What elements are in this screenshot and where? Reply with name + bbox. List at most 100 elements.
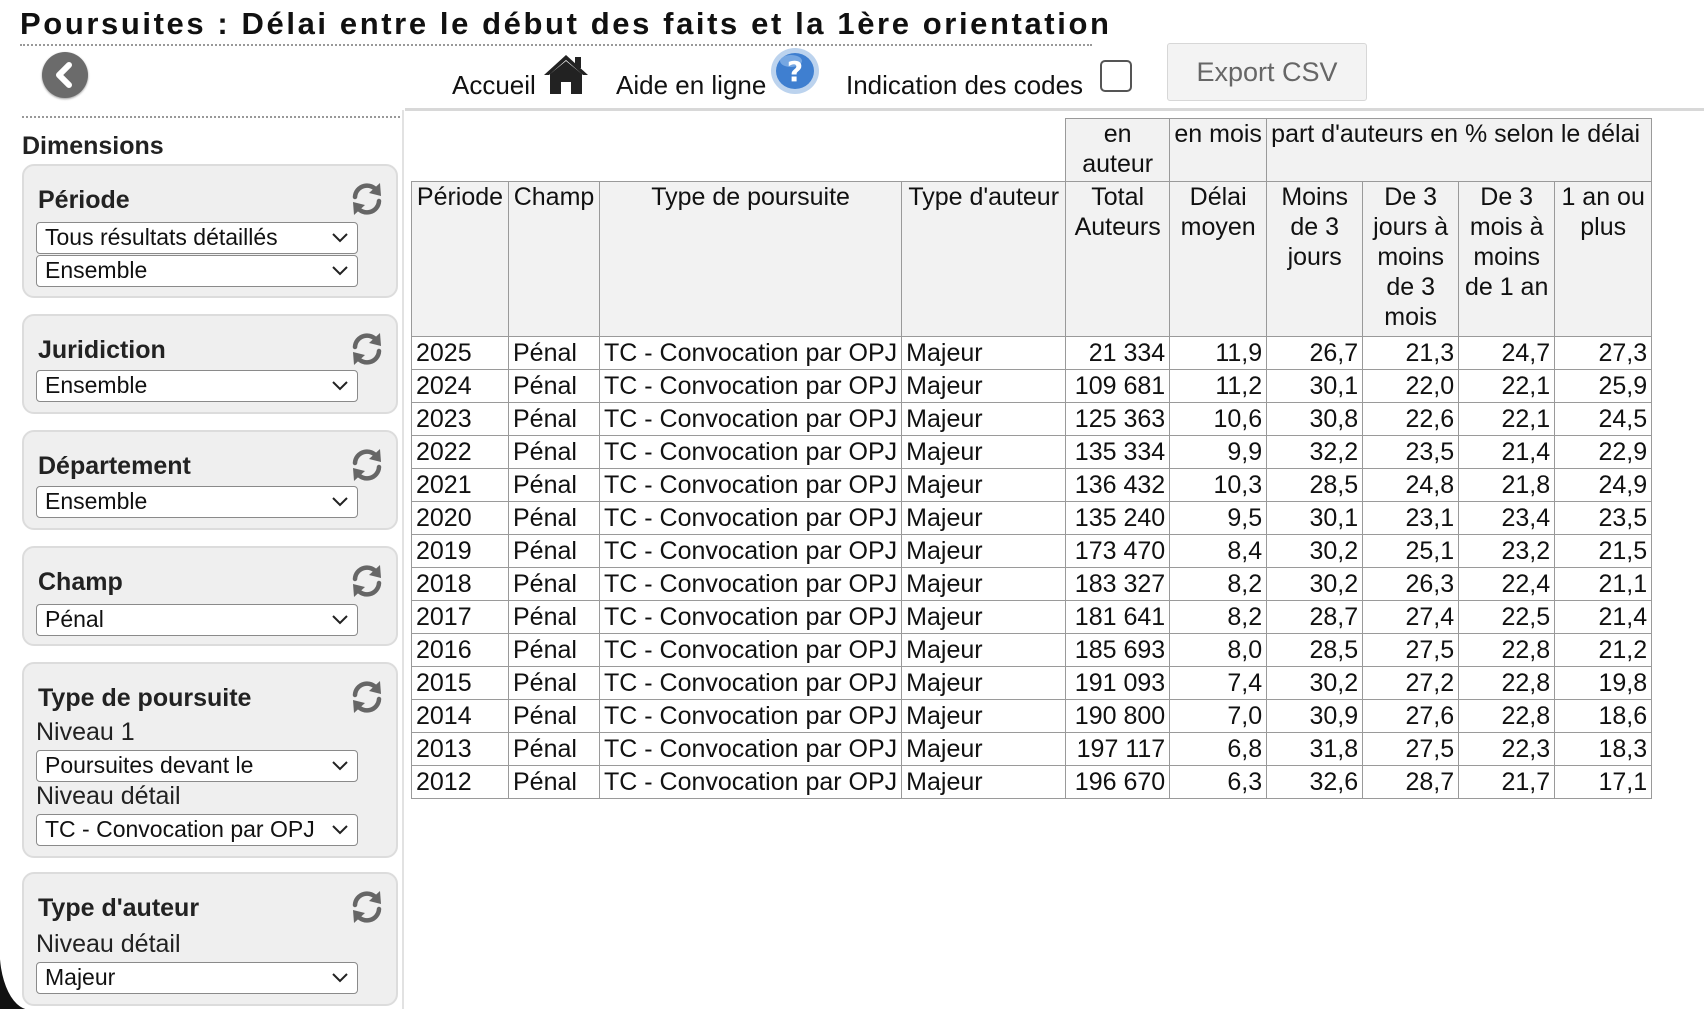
table-cell: 22,4 <box>1458 567 1556 601</box>
table-row: 2015 Pénal TC - Convocation par OPJ Majeur 1… <box>411 666 1653 700</box>
select-value: Poursuites devant le <box>45 752 254 778</box>
chevron-down-icon <box>332 266 348 276</box>
table-cell: Pénal <box>508 699 600 733</box>
table-cell: Majeur <box>901 732 1067 766</box>
table-cell: Pénal <box>508 468 600 502</box>
periode-scope-select[interactable]: Ensemble <box>36 255 358 287</box>
type-auteur-select[interactable]: Majeur <box>36 962 358 994</box>
table-cell: 8,4 <box>1169 534 1268 568</box>
niveau-detail-select[interactable]: TC - Convocation par OPJ <box>36 814 358 846</box>
table-cell: 24,7 <box>1458 336 1556 370</box>
table-cell: 28,7 <box>1266 600 1364 634</box>
table-cell: 27,6 <box>1362 699 1460 733</box>
col-header-3-mois-1-an: De 3 mois à moins de 1 an <box>1458 181 1556 337</box>
refresh-icon[interactable] <box>348 562 386 600</box>
table-cell: 173 470 <box>1065 534 1171 568</box>
table-cell: TC - Convocation par OPJ <box>598 666 903 700</box>
refresh-icon[interactable] <box>348 888 386 926</box>
table-cell: 21,7 <box>1458 765 1556 799</box>
table-cell: 22,9 <box>1554 435 1653 469</box>
table-cell: 27,5 <box>1362 732 1460 766</box>
table-row: 2024 Pénal TC - Convocation par OPJ Majeur 1… <box>411 369 1653 403</box>
table-cell: Pénal <box>508 732 600 766</box>
table-cell: Pénal <box>508 633 600 667</box>
table-cell: 22,3 <box>1458 732 1556 766</box>
refresh-icon[interactable] <box>348 678 386 716</box>
results-table: en auteur en mois part d'auteurs en % se… <box>411 118 1653 799</box>
col-header-periode: Période <box>411 181 509 337</box>
table-cell: 28,5 <box>1266 633 1364 667</box>
table-cell: 2021 <box>411 468 509 502</box>
table-cell: Majeur <box>901 633 1067 667</box>
top-divider <box>405 108 1704 111</box>
header-blank-cell <box>411 118 1067 182</box>
table-cell: 191 093 <box>1065 666 1171 700</box>
table-cell: 25,1 <box>1362 534 1460 568</box>
help-icon[interactable]: ? <box>769 46 821 96</box>
table-cell: 7,4 <box>1169 666 1268 700</box>
table-cell: 21,4 <box>1458 435 1556 469</box>
table-cell: 11,9 <box>1169 336 1268 370</box>
table-cell: Majeur <box>901 600 1067 634</box>
refresh-icon[interactable] <box>348 446 386 484</box>
select-value: Majeur <box>45 964 116 990</box>
juridiction-select[interactable]: Ensemble <box>36 370 358 402</box>
codes-checkbox[interactable] <box>1100 60 1132 92</box>
table-cell: 10,6 <box>1169 402 1268 436</box>
table-cell: 30,2 <box>1266 666 1364 700</box>
col-header-type-auteur: Type d'auteur <box>901 181 1067 337</box>
table-cell: 30,2 <box>1266 534 1364 568</box>
niveau-1-select[interactable]: Poursuites devant le <box>36 750 358 782</box>
codes-label: Indication des codes <box>846 70 1084 100</box>
table-cell: 2019 <box>411 534 509 568</box>
table-cell: 27,5 <box>1362 633 1460 667</box>
export-csv-button[interactable]: Export CSV <box>1167 43 1367 101</box>
share-group-header: part d'auteurs en % selon le délai <box>1266 118 1653 182</box>
table-cell: 23,4 <box>1458 501 1556 535</box>
table-cell: Pénal <box>508 567 600 601</box>
home-link[interactable]: Accueil <box>452 70 536 101</box>
refresh-icon[interactable] <box>348 180 386 218</box>
table-cell: 8,2 <box>1169 567 1268 601</box>
col-header-moins-3-jours: Moins de 3 jours <box>1266 181 1364 337</box>
panel-title: Département <box>38 452 191 480</box>
table-cell: TC - Convocation par OPJ <box>598 600 903 634</box>
table-cell: 9,5 <box>1169 501 1268 535</box>
select-value: Pénal <box>45 606 104 632</box>
niveau-1-label: Niveau 1 <box>36 718 135 746</box>
champ-select[interactable]: Pénal <box>36 604 358 636</box>
departement-select[interactable]: Ensemble <box>36 486 358 518</box>
table-cell: 21,4 <box>1554 600 1653 634</box>
home-icon[interactable] <box>542 52 590 96</box>
type-poursuite-panel: Type de poursuite Niveau 1 Poursuites de… <box>22 662 398 858</box>
table-row: 2023 Pénal TC - Convocation par OPJ Majeur 1… <box>411 402 1653 436</box>
periode-select[interactable]: Tous résultats détaillés <box>36 222 358 254</box>
table-cell: 18,3 <box>1554 732 1653 766</box>
table-cell: 185 693 <box>1065 633 1171 667</box>
table-cell: TC - Convocation par OPJ <box>598 699 903 733</box>
table-cell: 2016 <box>411 633 509 667</box>
table-cell: 30,1 <box>1266 369 1364 403</box>
panel-title: Type d'auteur <box>38 894 200 922</box>
table-cell: TC - Convocation par OPJ <box>598 468 903 502</box>
table-cell: 22,8 <box>1458 633 1556 667</box>
table-cell: 183 327 <box>1065 567 1171 601</box>
table-cell: 181 641 <box>1065 600 1171 634</box>
unit-months-header: en mois <box>1169 118 1268 182</box>
sidebar-rule <box>402 110 404 1009</box>
back-button[interactable] <box>42 52 88 98</box>
table-cell: 32,6 <box>1266 765 1364 799</box>
help-link[interactable]: Aide en ligne <box>616 70 766 101</box>
select-value: Tous résultats détaillés <box>45 224 278 250</box>
refresh-icon[interactable] <box>348 330 386 368</box>
table-row: 2020 Pénal TC - Convocation par OPJ Majeur 1… <box>411 501 1653 535</box>
col-header-total-auteurs: Total Auteurs <box>1065 181 1171 337</box>
unit-authors-header: en auteur <box>1065 118 1171 182</box>
svg-text:?: ? <box>787 55 803 88</box>
table-cell: 2024 <box>411 369 509 403</box>
table-cell: Pénal <box>508 765 600 799</box>
table-row: 2019 Pénal TC - Convocation par OPJ Majeur 1… <box>411 534 1653 568</box>
chevron-down-icon <box>332 761 348 771</box>
table-cell: 30,2 <box>1266 567 1364 601</box>
screen-corner <box>0 820 34 1009</box>
